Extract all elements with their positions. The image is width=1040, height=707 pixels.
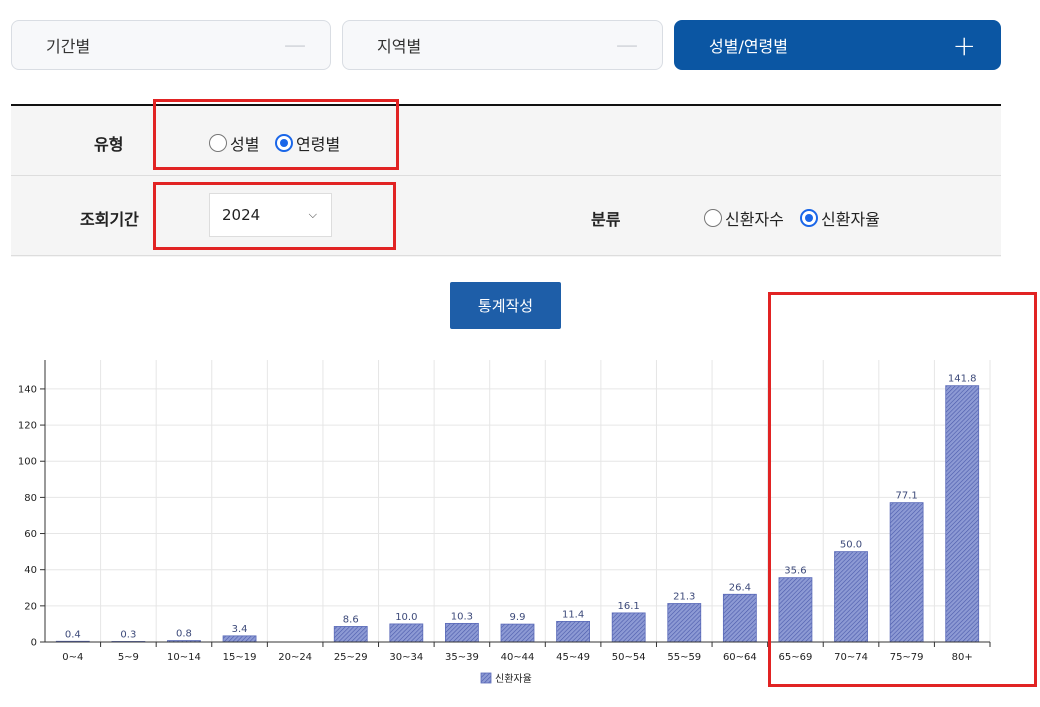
x-tick-label: 10~14 (167, 652, 201, 663)
x-tick-label: 30~34 (389, 652, 423, 663)
radio-gender-label: 성별 (230, 135, 260, 154)
data-label: 50.0 (840, 540, 862, 551)
data-label: 3.4 (232, 624, 248, 635)
x-tick-label: 70~74 (834, 652, 868, 663)
radio-age-label: 연령별 (296, 135, 341, 154)
x-tick-label: 40~44 (501, 652, 535, 663)
bar (834, 551, 868, 643)
y-tick-label: 100 (18, 457, 37, 468)
radio-age-circle[interactable] (275, 134, 293, 152)
radio-gender[interactable]: 성별 (209, 131, 259, 155)
data-label: 11.4 (562, 609, 584, 620)
radio-new-patient-rate[interactable]: 신환자율 (800, 206, 880, 230)
x-tick-label: 80+ (952, 652, 973, 663)
bar (945, 385, 980, 643)
filter-form: 유형 성별 연령별 조회기간 2024 ⌵ 분류 신환자수 신환자율 (11, 104, 1001, 257)
x-tick-label: 35~39 (445, 652, 479, 663)
highlight-box-elderly-bars (768, 292, 1037, 687)
radio-gender-circle[interactable] (209, 134, 227, 152)
bar (389, 623, 424, 643)
generate-statistics-button[interactable]: 통계작성 (450, 282, 561, 329)
radio-new-patient-rate-label: 신환자율 (821, 210, 880, 229)
data-label: 77.1 (895, 491, 917, 502)
tab-region[interactable]: 지역별 — (342, 20, 663, 70)
x-tick-label: 60~64 (723, 652, 757, 663)
bar (55, 640, 90, 643)
x-tick-label: 5~9 (118, 652, 139, 663)
radio-new-patient-count-circle[interactable] (704, 209, 722, 227)
year-select-value: 2024 (222, 206, 261, 224)
y-tick-label: 20 (24, 601, 37, 612)
bar (667, 603, 702, 643)
period-label: 조회기간 (80, 210, 139, 229)
form-row-type (11, 106, 1001, 176)
data-label: 0.8 (176, 629, 192, 640)
bar (556, 620, 590, 643)
bar (500, 623, 535, 643)
tab-gender-age-label: 성별/연령별 (709, 37, 788, 56)
bar (722, 593, 757, 643)
x-tick-label: 75~79 (890, 652, 924, 663)
bar (778, 577, 813, 643)
x-tick-label: 65~69 (779, 652, 813, 663)
x-tick-label: 50~54 (612, 652, 646, 663)
chevron-down-icon: ⌵ (308, 208, 317, 221)
bar (889, 502, 924, 643)
data-label: 9.9 (510, 612, 526, 623)
radio-new-patient-count[interactable]: 신환자수 (704, 206, 784, 230)
data-label: 35.6 (784, 566, 806, 577)
y-tick-label: 60 (24, 529, 37, 540)
data-label: 26.4 (729, 582, 751, 593)
plus-icon: + (952, 28, 976, 62)
data-label: 10.3 (451, 611, 473, 622)
data-label: 8.6 (343, 614, 359, 625)
bar (167, 640, 201, 643)
year-select[interactable]: 2024 ⌵ (209, 193, 332, 237)
data-label: 0.4 (65, 629, 81, 640)
tab-period-label: 기간별 (46, 37, 91, 56)
y-tick-label: 40 (24, 565, 37, 576)
data-label: 21.3 (673, 591, 695, 602)
x-tick-label: 45~49 (556, 652, 590, 663)
x-tick-label: 25~29 (334, 652, 368, 663)
radio-new-patient-rate-circle[interactable] (800, 209, 818, 227)
y-tick-label: 140 (18, 384, 37, 395)
bar (333, 626, 368, 643)
x-tick-label: 0~4 (62, 652, 83, 663)
tab-gender-age[interactable]: 성별/연령별 + (674, 20, 1001, 70)
minus-icon: — (616, 32, 638, 58)
minus-icon: — (284, 32, 306, 58)
y-tick-label: 80 (24, 493, 37, 504)
tab-period[interactable]: 기간별 — (11, 20, 331, 70)
x-tick-label: 55~59 (667, 652, 701, 663)
legend-label: 신환자율 (495, 673, 532, 685)
radio-new-patient-count-label: 신환자수 (725, 210, 784, 229)
data-label: 10.0 (395, 612, 417, 623)
x-tick-label: 15~19 (223, 652, 257, 663)
y-tick-label: 0 (31, 638, 37, 649)
type-label: 유형 (94, 135, 124, 154)
data-label: 141.8 (948, 374, 977, 385)
bar (222, 635, 257, 643)
bar (611, 612, 646, 643)
bar (445, 622, 479, 643)
data-label: 16.1 (618, 601, 640, 612)
data-label: 0.3 (120, 629, 136, 640)
legend-swatch (480, 672, 492, 684)
bar (111, 641, 146, 643)
tab-region-label: 지역별 (377, 37, 422, 56)
radio-age[interactable]: 연령별 (275, 131, 340, 155)
category-label: 분류 (591, 210, 621, 229)
x-tick-label: 20~24 (278, 652, 312, 663)
y-tick-label: 120 (18, 421, 37, 432)
